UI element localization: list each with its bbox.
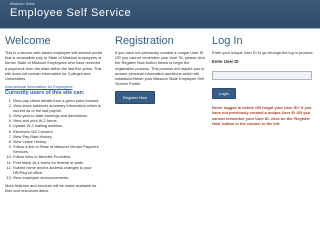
login-column: Log In Enter your unique User ID to go t… [212, 35, 318, 130]
registration-text: If you have not previously created a uni… [115, 50, 205, 87]
header-divider [0, 28, 320, 29]
brand-title[interactable]: Employee Self Service [10, 7, 131, 19]
welcome-column: Welcome This is a secure web-based emplo… [5, 35, 103, 194]
brand-subtitle: Missouri State [10, 2, 35, 6]
login-instruction: Enter your unique User ID to go through … [212, 50, 314, 55]
login-button[interactable]: Login [212, 88, 236, 100]
feature-item: Follow a link to State of Missouri Vendo… [13, 144, 103, 154]
site-header: Missouri State Employee Self Service [0, 0, 320, 28]
user-id-label: Enter User ID [212, 59, 239, 65]
never-logged-in-note: Never logged in before OR forgot your Us… [212, 105, 312, 126]
feature-item: View employee announcements. [13, 175, 103, 180]
welcome-heading: Welcome [5, 35, 51, 47]
users-heading: Currently users of this site can: [5, 90, 85, 97]
welcome-closing: More features and services will be made … [5, 183, 97, 194]
user-id-input[interactable] [212, 71, 312, 81]
instructional-info-link[interactable]: Instructional Information for Employees [5, 84, 103, 89]
register-now-button[interactable]: Register Now [115, 91, 156, 105]
registration-heading: Registration [115, 35, 174, 47]
feature-item: View leave balances summary information … [13, 103, 103, 113]
welcome-intro: This is a secure web-based employee self… [5, 50, 102, 82]
login-heading: Log In [212, 35, 243, 47]
feature-item: Submit name and/or address changes to yo… [13, 165, 103, 175]
registration-column: Registration If you have not previously … [115, 35, 207, 105]
features-list: View pay check details from a given poin… [5, 98, 103, 181]
